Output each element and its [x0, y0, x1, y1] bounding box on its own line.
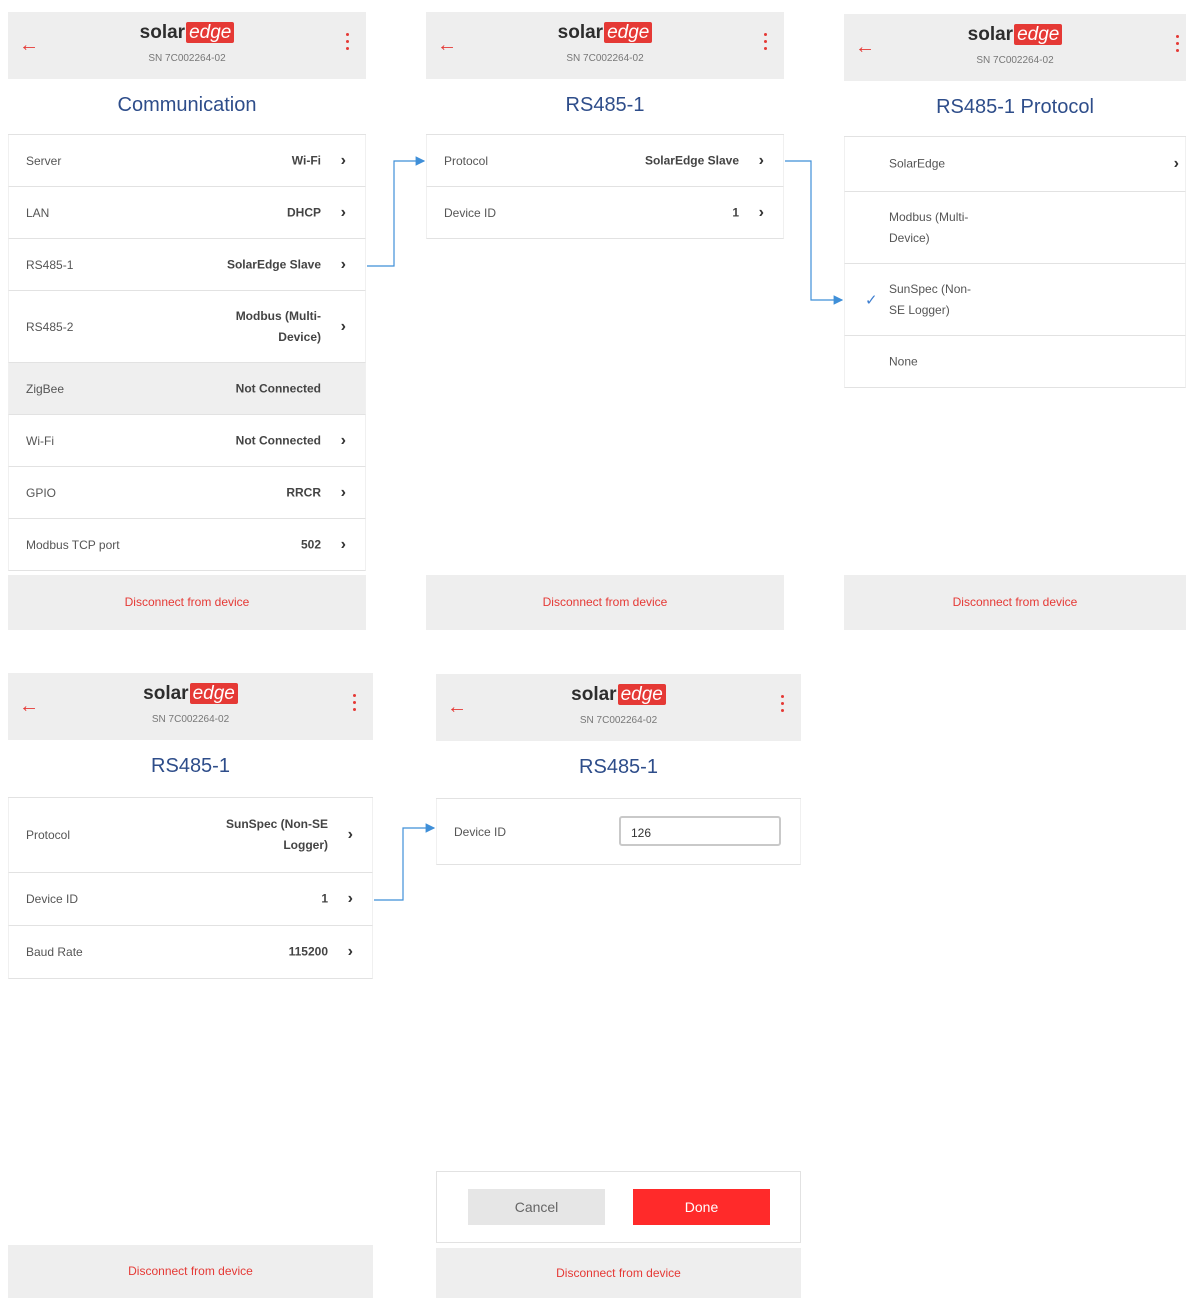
arrow-protocol-to-options [785, 160, 844, 305]
flow-arrows [367, 156, 844, 901]
arrow-rs485-1-to-protocol [367, 156, 426, 267]
arrow-device-id-to-edit [374, 823, 436, 901]
